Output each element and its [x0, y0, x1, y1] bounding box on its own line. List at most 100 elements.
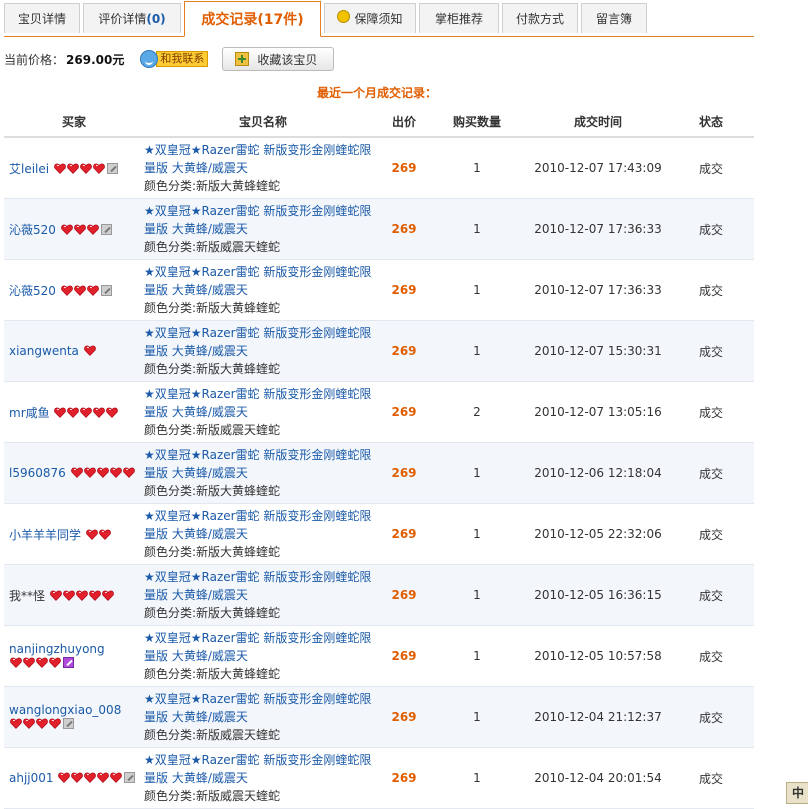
heart-icon [10, 718, 22, 729]
vip-badge-icon [63, 657, 74, 668]
price-cell: 269 [382, 747, 426, 809]
buyer-cell: 沁薇520 [4, 259, 144, 321]
buyer-name[interactable]: ahjj001 [9, 771, 54, 785]
price-cell: 269 [382, 259, 426, 321]
heart-icon [89, 590, 101, 601]
item-cell: ★双皇冠★Razer雷蛇 新版变形金刚蝰蛇限量版 大黄蜂/威震天 颜色分类:新版威… [144, 747, 382, 809]
heart-icon [86, 529, 98, 540]
buyer-name[interactable]: 沁薇520 [9, 284, 56, 298]
tab-transaction-records[interactable]: 成交记录 (17件) [184, 1, 321, 37]
buyer-cell: 沁薇520 [4, 198, 144, 260]
buyer-name[interactable]: nanjingzhuyong [9, 642, 105, 656]
status-cell: 成交 [668, 320, 754, 382]
buyer-name[interactable]: 沁薇520 [9, 223, 56, 237]
lightbulb-icon [337, 10, 351, 23]
status-cell: 成交 [668, 625, 754, 687]
item-title-link[interactable]: ★双皇冠★Razer雷蛇 新版变形金刚蝰蛇限量版 大黄蜂/威震天 [144, 446, 382, 482]
tab-item-details[interactable]: 宝贝详情 [4, 3, 80, 33]
qty-cell: 1 [426, 625, 528, 687]
item-title-link[interactable]: ★双皇冠★Razer雷蛇 新版变形金刚蝰蛇限量版 大黄蜂/威震天 [144, 263, 382, 299]
col-time: 成交时间 [528, 106, 668, 138]
time-cell: 2010-12-04 20:01:54 [528, 747, 668, 809]
item-attribute: 颜色分类:新版大黄蜂蝰蛇 [144, 606, 281, 620]
buyer-name[interactable]: l5960876 [9, 466, 66, 480]
buyer-name[interactable]: mr咸鱼 [9, 406, 50, 420]
status-cell: 成交 [668, 564, 754, 626]
item-title-link[interactable]: ★双皇冠★Razer雷蛇 新版变形金刚蝰蛇限量版 大黄蜂/威震天 [144, 629, 382, 665]
buyer-cell: mr咸鱼 [4, 381, 144, 443]
price-cell: 269 [382, 564, 426, 626]
heart-icon [73, 285, 86, 296]
heart-icon [93, 163, 105, 174]
price-cell: 269 [382, 137, 426, 199]
table-row: xiangwenta ★双皇冠★Razer雷蛇 新版变形金刚蝰蛇限量版 大黄蜂/… [4, 320, 754, 382]
tab-shop-recommend[interactable]: 掌柜推荐 [419, 3, 499, 33]
tab-payment-methods[interactable]: 付款方式 [502, 3, 578, 33]
bid-price: 269 [391, 283, 417, 297]
heart-icon [10, 657, 22, 668]
col-item: 宝贝名称 [144, 106, 382, 138]
item-title-link[interactable]: ★双皇冠★Razer雷蛇 新版变形金刚蝰蛇限量版 大黄蜂/威震天 [144, 324, 382, 360]
status-cell: 成交 [668, 442, 754, 504]
item-title-link[interactable]: ★双皇冠★Razer雷蛇 新版变形金刚蝰蛇限量版 大黄蜂/威震天 [144, 141, 382, 177]
contact-seller-button[interactable]: 和我联系 [140, 50, 209, 68]
table-row: 艾leilei ★双皇冠★Razer雷蛇 新版变形金刚蝰蛇限量版 大黄蜂/威震天… [4, 137, 754, 199]
heart-icon [23, 657, 35, 668]
table-row: 沁薇520 ★双皇冠★Razer雷蛇 新版变形金刚蝰蛇限量版 大黄蜂/威震天 颜色… [4, 259, 754, 321]
buyer-name[interactable]: 艾leilei [9, 162, 49, 176]
item-title-link[interactable]: ★双皇冠★Razer雷蛇 新版变形金刚蝰蛇限量版 大黄蜂/威震天 [144, 568, 382, 604]
credit-hearts [60, 223, 112, 237]
vip-badge-icon [63, 718, 74, 729]
heart-icon [86, 285, 99, 296]
item-title-link[interactable]: ★双皇冠★Razer雷蛇 新版变形金刚蝰蛇限量版 大黄蜂/威震天 [144, 690, 382, 726]
buyer-cell: ahjj001 [4, 747, 144, 809]
credit-hearts [49, 589, 114, 603]
buyer-cell: l5960876 [4, 442, 144, 504]
qty-cell: 1 [426, 137, 528, 199]
heart-icon [86, 224, 99, 235]
qty-cell: 1 [426, 320, 528, 382]
heart-icon [54, 407, 67, 418]
time-cell: 2010-12-07 15:30:31 [528, 320, 668, 382]
bid-price: 269 [391, 649, 417, 663]
heart-icon [93, 407, 106, 418]
time-cell: 2010-12-07 17:36:33 [528, 198, 668, 260]
heart-icon [60, 224, 73, 235]
table-row: wanglongxiao_008 ★双皇冠★Razer雷蛇 新版变形金刚蝰蛇限量… [4, 686, 754, 748]
credit-hearts [53, 406, 119, 420]
tab-bar: 宝贝详情 评价详情 (0) 成交记录 (17件) 保障须知 掌柜推荐 付款方式 留言… [4, 0, 754, 37]
credit-hearts [9, 656, 74, 670]
item-cell: ★双皇冠★Razer雷蛇 新版变形金刚蝰蛇限量版 大黄蜂/威震天 颜色分类:新版大… [144, 259, 382, 321]
heart-icon [49, 657, 61, 668]
buyer-name[interactable]: 小羊羊羊同学 [9, 528, 81, 542]
item-title-link[interactable]: ★双皇冠★Razer雷蛇 新版变形金刚蝰蛇限量版 大黄蜂/威震天 [144, 202, 382, 238]
bid-price: 269 [391, 222, 417, 236]
price-cell: 269 [382, 625, 426, 687]
table-row: nanjingzhuyong ★双皇冠★Razer雷蛇 新版变形金刚蝰蛇限量版 … [4, 625, 754, 687]
buyer-name[interactable]: xiangwenta [9, 344, 79, 358]
item-cell: ★双皇冠★Razer雷蛇 新版变形金刚蝰蛇限量版 大黄蜂/威震天颜色分类:新版大… [144, 564, 382, 626]
item-title-link[interactable]: ★双皇冠★Razer雷蛇 新版变形金刚蝰蛇限量版 大黄蜂/威震天 [144, 385, 382, 421]
item-title-link[interactable]: ★双皇冠★Razer雷蛇 新版变形金刚蝰蛇限量版 大黄蜂/威震天 [144, 751, 382, 787]
item-cell: ★双皇冠★Razer雷蛇 新版变形金刚蝰蛇限量版 大黄蜂/威震天 颜色分类:新版大… [144, 503, 382, 565]
item-attribute: 颜色分类:新版威震天蝰蛇 [144, 240, 281, 254]
col-buyer: 买家 [4, 106, 144, 138]
credit-hearts [9, 717, 74, 731]
tab-label: 付款方式 [515, 12, 564, 26]
qty-cell: 1 [426, 442, 528, 504]
heart-icon [67, 407, 80, 418]
bid-price: 269 [391, 588, 417, 602]
tab-count: (17件) [257, 12, 304, 28]
item-title-link[interactable]: ★双皇冠★Razer雷蛇 新版变形金刚蝰蛇限量版 大黄蜂/威震天 [144, 507, 382, 543]
tab-guarantee[interactable]: 保障须知 [324, 3, 416, 33]
buyer-name[interactable]: wanglongxiao_008 [9, 703, 121, 717]
heart-icon [97, 772, 110, 783]
heart-icon [84, 772, 97, 783]
heart-icon [58, 772, 71, 783]
add-favorite-button[interactable]: 收藏该宝贝 [222, 47, 335, 71]
folder-plus-icon [235, 52, 250, 66]
tab-guestbook[interactable]: 留言簿 [581, 3, 647, 33]
corner-tag[interactable]: 中 [786, 782, 808, 804]
tab-reviews[interactable]: 评价详情 (0) [83, 3, 181, 33]
time-cell: 2010-12-05 10:57:58 [528, 625, 668, 687]
